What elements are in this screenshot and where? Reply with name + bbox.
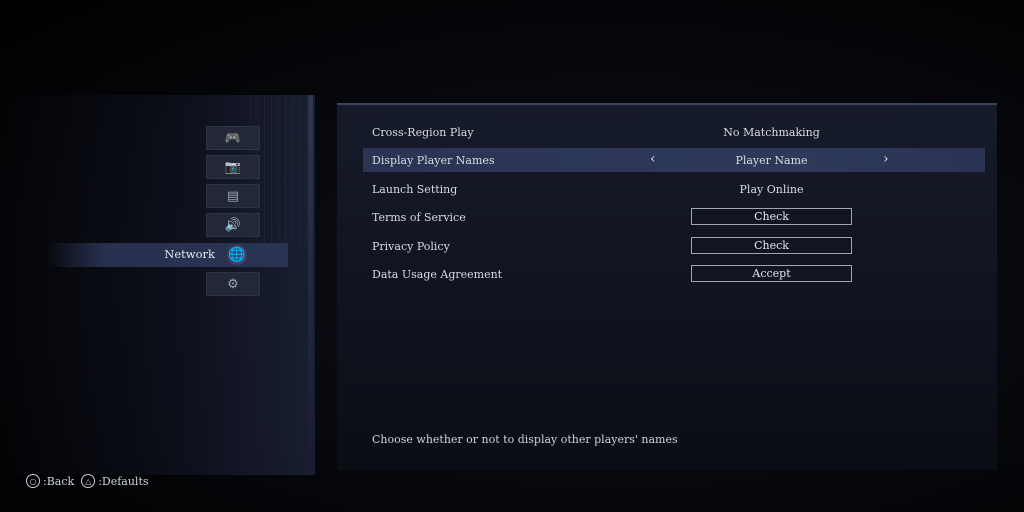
data-usage-accept-button[interactable]: Accept [691,265,852,282]
network-tab-label: Network [164,247,215,261]
setting-label: Terms of Service [372,210,466,224]
setting-value: Play Online [739,182,804,196]
circle-button-icon: ○ [26,474,40,488]
chevron-left-icon[interactable]: ‹ [650,151,656,167]
sound-tab[interactable]: 🔊 [206,213,260,237]
setting-label: Data Usage Agreement [372,267,503,281]
defaults-hint[interactable]: :Defaults [98,475,148,488]
gamepad-icon: 🎮 [224,130,242,146]
setting-label: Display Player Names [372,153,495,167]
button-hints: ○ :Back △ :Defaults [26,474,149,488]
setting-description: Choose whether or not to display other p… [372,433,678,446]
setting-label: Privacy Policy [372,239,450,253]
system-icon: ⚙ [227,276,239,292]
back-hint[interactable]: :Back [43,475,74,488]
controls-tab[interactable]: 🎮 [206,126,260,150]
speaker-icon: 🔊 [224,217,242,233]
setting-row-launch-setting[interactable]: Launch Setting Play Online [363,177,985,201]
display-tab[interactable]: ▤ [206,184,260,208]
globe-icon: 🌐 [227,245,247,265]
setting-row-terms-of-service: Terms of Service Check [363,205,985,229]
display-icon: ▤ [226,188,240,204]
setting-label: Cross-Region Play [372,125,474,139]
setting-row-display-player-names[interactable]: Display Player Names ‹ Player Name › [363,148,985,172]
setting-value: Player Name [735,153,808,167]
system-tab[interactable]: ⚙ [206,272,260,296]
camera-tab[interactable]: 📷 [206,155,260,179]
setting-label: Launch Setting [372,182,458,196]
setting-row-cross-region-play[interactable]: Cross-Region Play No Matchmaking [363,120,985,144]
network-tab[interactable]: Network 🌐 [46,243,288,267]
setting-row-data-usage-agreement: Data Usage Agreement Accept [363,262,985,286]
privacy-check-button[interactable]: Check [691,237,852,254]
setting-row-privacy-policy: Privacy Policy Check [363,234,985,258]
triangle-button-icon: △ [81,474,96,488]
camera-icon: 📷 [224,159,242,175]
setting-value: No Matchmaking [723,125,820,139]
settings-screen: 🎮 📷 ▤ 🔊 Network 🌐 ⚙ Cross-Region Play No… [0,0,1024,512]
terms-check-button[interactable]: Check [691,208,852,225]
sidebar-edge [308,95,313,475]
chevron-right-icon[interactable]: › [883,151,889,167]
